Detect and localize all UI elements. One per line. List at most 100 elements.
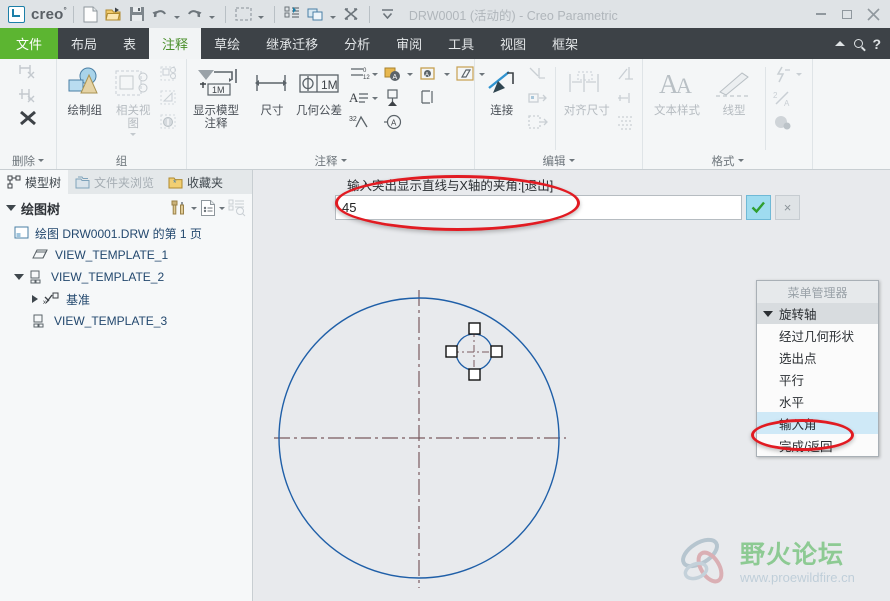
save-icon[interactable] <box>126 4 148 25</box>
chevron-right-icon[interactable] <box>32 295 38 303</box>
help-icon[interactable]: ? <box>872 36 881 52</box>
line-style-button[interactable]: 线型 <box>709 63 759 118</box>
chevron-down-icon[interactable] <box>444 72 450 76</box>
dimension-button[interactable]: 尺寸 <box>252 63 292 118</box>
axis-symbol-icon[interactable]: A <box>418 65 442 83</box>
selection-dropdown-icon[interactable] <box>256 4 267 25</box>
delete-dimension-icon[interactable] <box>16 85 40 107</box>
datum-target-icon[interactable] <box>418 89 440 107</box>
ribbon-group-delete-label[interactable]: 删除 <box>0 152 56 169</box>
list-item[interactable]: x 基准 <box>0 288 252 310</box>
chevron-down-icon[interactable] <box>407 72 413 76</box>
list-item[interactable]: 绘图 DRW0001.DRW 的第 1 页 <box>0 222 252 244</box>
tab-table[interactable]: 表 <box>110 28 149 59</box>
tab-sketch[interactable]: 草绘 <box>201 28 253 59</box>
creo-logo[interactable]: creo° <box>0 0 67 28</box>
ordinate-dimension-icon[interactable]: 0 12 <box>348 65 370 83</box>
ribbon-group-format-label[interactable]: 格式 <box>643 152 812 169</box>
list-item[interactable]: VIEW_TEMPLATE_1 <box>0 244 252 266</box>
tab-annotate[interactable]: 注释 <box>149 28 202 59</box>
menu-item-done-return[interactable]: 完成/返回 <box>757 434 878 456</box>
close-window-icon[interactable] <box>340 4 362 25</box>
edit-extra-2-icon[interactable] <box>527 87 549 109</box>
show-model-annotations-button[interactable]: 1M 显示模型注释 <box>192 63 240 131</box>
group-extra-3-icon[interactable] <box>159 111 181 133</box>
tab-layout[interactable]: 布局 <box>58 28 110 59</box>
regenerate-icon[interactable] <box>282 4 304 25</box>
sidebar-item-model-tree[interactable]: 模型树 <box>0 170 69 194</box>
related-views-button[interactable]: 相关视图 <box>111 63 157 137</box>
roughness-icon[interactable]: A <box>383 113 405 131</box>
group-extra-2-icon[interactable] <box>159 87 181 109</box>
delete-segment-icon[interactable] <box>16 62 40 84</box>
undo-dropdown-icon[interactable] <box>172 4 183 25</box>
tab-analysis[interactable]: 分析 <box>331 28 383 59</box>
group-extra-1-icon[interactable] <box>159 63 181 85</box>
angle-input[interactable] <box>335 195 742 220</box>
tab-review[interactable]: 审阅 <box>383 28 435 59</box>
chevron-down-icon[interactable] <box>796 72 802 76</box>
window-list-icon[interactable] <box>305 4 327 25</box>
menu-item-parallel[interactable]: 平行 <box>757 368 878 390</box>
menu-item-through-geometry[interactable]: 经过几何形状 <box>757 324 878 346</box>
chevron-down-icon[interactable] <box>6 205 16 211</box>
maximize-button[interactable] <box>834 2 860 26</box>
format-extra-2-icon[interactable]: 2A <box>772 89 794 108</box>
settings-tools-icon[interactable] <box>170 199 188 217</box>
qat-overflow-icon[interactable] <box>377 4 399 25</box>
display-options-icon[interactable] <box>200 199 216 217</box>
balloon-note-icon[interactable]: A <box>383 65 405 83</box>
list-item[interactable]: VIEW_TEMPLATE_2 <box>0 266 252 288</box>
note-icon[interactable]: A <box>348 89 370 107</box>
chevron-down-icon[interactable] <box>130 133 137 137</box>
redo-dropdown-icon[interactable] <box>207 4 218 25</box>
list-item[interactable]: VIEW_TEMPLATE_3 <box>0 310 252 332</box>
cancel-input-button[interactable]: × <box>775 195 800 220</box>
datum-feature-icon[interactable] <box>383 89 405 107</box>
format-extra-1-icon[interactable] <box>772 65 794 84</box>
edit-extra-5-icon[interactable] <box>615 87 637 109</box>
tab-tools[interactable]: 工具 <box>435 28 487 59</box>
tree-filter-icon[interactable] <box>228 199 246 217</box>
minimize-button[interactable] <box>808 2 834 26</box>
close-button[interactable] <box>860 2 886 26</box>
tab-frame[interactable]: 框架 <box>539 28 591 59</box>
redo-icon[interactable] <box>184 4 206 25</box>
text-style-button[interactable]: AA 文本样式 <box>648 63 706 118</box>
tab-view[interactable]: 视图 <box>487 28 539 59</box>
open-file-icon[interactable] <box>103 4 125 25</box>
edit-extra-3-icon[interactable] <box>527 111 549 133</box>
menu-manager-section[interactable]: 旋转轴 <box>757 303 878 324</box>
chevron-down-icon[interactable] <box>191 206 197 210</box>
attach-button[interactable]: 连接 <box>480 63 524 118</box>
accept-input-button[interactable] <box>746 195 771 220</box>
selection-box-icon[interactable] <box>233 4 255 25</box>
ribbon-group-edit-label[interactable]: 编辑 <box>475 152 642 169</box>
chevron-down-icon[interactable] <box>14 274 24 280</box>
align-dimensions-button[interactable]: 对齐尺寸 <box>561 63 612 118</box>
menu-item-pick-point[interactable]: 选出点 <box>757 346 878 368</box>
draw-group-button[interactable]: 绘制组 <box>62 63 108 118</box>
sidebar-item-favorites[interactable]: * 收藏夹 <box>161 170 230 194</box>
surface-finish-icon[interactable]: 32 <box>348 113 372 131</box>
sidebar-item-folder-browser[interactable]: 文件夹浏览 <box>68 170 161 194</box>
format-extra-3-icon[interactable] <box>772 113 794 132</box>
ribbon-group-annotation-label[interactable]: 注释 <box>187 152 474 169</box>
new-file-icon[interactable] <box>80 4 102 25</box>
chevron-down-icon[interactable] <box>372 96 378 100</box>
chevron-down-icon[interactable] <box>219 206 225 210</box>
menu-item-horizontal[interactable]: 水平 <box>757 390 878 412</box>
edit-extra-4-icon[interactable] <box>615 63 637 85</box>
delete-icon[interactable] <box>17 108 39 128</box>
window-dropdown-icon[interactable] <box>328 4 339 25</box>
tab-file[interactable]: 文件 <box>0 28 59 59</box>
undo-icon[interactable] <box>149 4 171 25</box>
geometric-tolerance-button[interactable]: 1M 几何公差 <box>295 63 343 118</box>
edit-extra-1-icon[interactable] <box>527 63 549 85</box>
tab-inherit-migrate[interactable]: 继承迁移 <box>253 28 331 59</box>
search-icon[interactable] <box>854 39 864 48</box>
collapse-ribbon-icon[interactable] <box>835 41 846 46</box>
edit-extra-6-icon[interactable] <box>615 111 637 133</box>
ribbon-group-group-label[interactable]: 组 <box>57 152 186 169</box>
menu-item-enter-angle[interactable]: 输入角 <box>757 412 878 434</box>
